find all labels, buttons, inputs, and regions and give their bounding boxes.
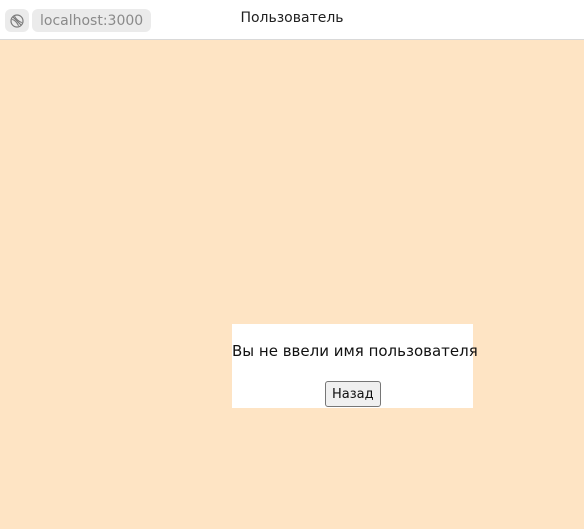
- browser-titlebar: localhost:3000 Пользователь: [0, 0, 584, 40]
- browser-window: localhost:3000 Пользователь Вы не ввели …: [0, 0, 584, 529]
- error-message: Вы не ввели имя пользователя: [232, 342, 478, 360]
- message-card: Вы не ввели имя пользователя Назад: [232, 324, 478, 408]
- page-title: Пользователь: [240, 10, 344, 26]
- back-button[interactable]: Назад: [325, 381, 381, 407]
